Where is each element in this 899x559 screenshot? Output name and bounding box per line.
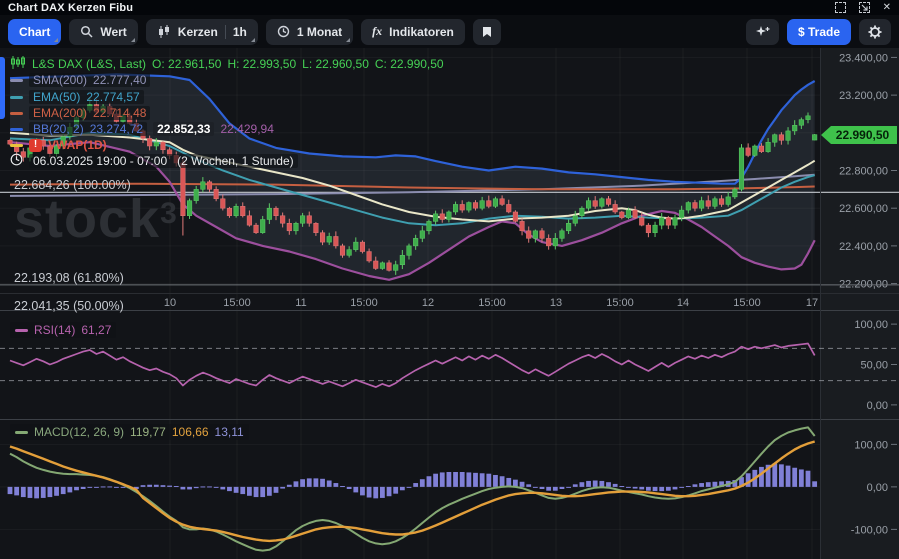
warning-icon: ! [29,138,42,152]
title-bar: Chart DAX Kerzen Fibu ✕ [0,0,899,15]
macd-axis-label: 0,00 [867,482,888,494]
trade-button[interactable]: $ Trade [786,18,851,45]
last-price-badge: 22.990,50 [821,126,897,144]
legend-sma200-row[interactable]: SMA(200) 22.777,40 [10,73,151,87]
wert-button[interactable]: Wert [69,18,138,45]
period-button[interactable]: 1 Monat [265,18,354,45]
bookmark-icon [482,26,492,38]
ema200-color-dash [10,111,23,115]
price-axis-label: 22.800,00 [839,166,888,178]
magic-button[interactable] [745,18,779,45]
clock-icon [277,25,290,38]
settings-button[interactable] [859,18,891,45]
macd-legend[interactable]: MACD(12, 26, 9) 119,77 106,66 13,11 [10,424,249,440]
legend-vwap-row[interactable]: ! VWAP(1D) [10,138,107,152]
ohlc-low: L: 22.960,50 [302,57,369,71]
legend-symbol-row[interactable]: L&S DAX (L&S, Last) O: 22.961,50 H: 22.9… [10,56,444,72]
macd-axis-label: 100,00 [854,439,888,451]
bb-color-dash [10,127,23,131]
ohlc-open: O: 22.961,50 [152,57,222,71]
time-axis-label: 15:00 [478,297,506,309]
time-axis-label: 10 [164,297,176,309]
time-axis-label: 14 [677,297,689,309]
legend-bb-row[interactable]: BB(20, 2) 23.274,72 22.852,33 22.429,94 [10,122,274,136]
bookmark-button[interactable] [472,18,501,45]
rsi-legend[interactable]: RSI(14) 61,27 [10,322,117,338]
time-axis-label: 12 [422,297,434,309]
window-title: Chart DAX Kerzen Fibu [8,1,134,14]
fib-level-label: 22.684,26 (100.00%) [14,178,131,193]
time-axis-label: 15:00 [223,297,251,309]
sparkles-icon [755,25,770,39]
rsi-axis-label: 100,00 [854,319,888,331]
legend-ema200-row[interactable]: EMA(200) 22.714,48 [10,106,151,120]
vwap-color-dash [10,143,23,147]
ohlc-close: C: 22.990,50 [374,57,444,71]
stock3-watermark: stock3 [14,189,178,249]
time-axis-label: 15:00 [733,297,761,309]
sma200-color-dash [10,78,23,82]
bb-middle-value: 22.852,33 [153,122,215,136]
price-axis-label: 22.600,00 [839,203,888,215]
chart-window: Chart DAX Kerzen Fibu ✕ Chart Wert Kerze… [0,0,899,559]
rsi-axis-label: 50,00 [860,360,888,372]
interval-label: 1h [232,24,247,39]
macd-color-dash [15,430,28,434]
ohlc-high: H: 22.993,50 [227,57,297,71]
maximize-icon[interactable] [834,2,846,13]
search-icon [80,25,93,38]
fib-level-label: 22.193,08 (61.80%) [14,270,124,285]
macd-axis-label: -100,00 [851,524,888,536]
fx-icon: fx [372,24,383,38]
time-axis-label: 13 [550,297,562,309]
popout-icon[interactable] [858,2,870,13]
kerzen-interval-button[interactable]: Kerzen 1h [145,18,258,45]
candles-icon [10,56,26,72]
time-axis-label: 17 [806,297,818,309]
chart-button[interactable]: Chart [8,18,62,45]
time-axis-label: 15:00 [606,297,634,309]
price-axis-label: 23.400,00 [839,52,888,64]
gear-icon [868,25,882,39]
symbol-name: L&S DAX (L&S, Last) [32,57,147,71]
rsi-color-dash [15,328,28,332]
time-axis-label: 11 [295,297,306,309]
fib-level-label: 22.041,35 (50.00%) [14,299,124,314]
price-axis-label: 22.400,00 [839,241,888,253]
candlestick-icon [157,24,171,39]
ema50-color-dash [10,95,23,99]
price-axis-label: 23.200,00 [839,90,888,102]
clock-icon [10,153,23,169]
main-toolbar: Chart Wert Kerzen 1h 1 Monat fx Indikato… [0,15,899,48]
legend-timerange-row[interactable]: 06.03.2025 19:00 - 07:00 (2 Wochen, 1 St… [10,153,298,169]
indicators-button[interactable]: fx Indikatoren [361,18,465,45]
time-axis-label: 15:00 [350,297,378,309]
close-icon[interactable]: ✕ [883,2,891,13]
rsi-axis-label: 0,00 [867,400,888,412]
drawing-toolbar-accent[interactable] [0,57,5,119]
button-divider [224,24,226,39]
legend-ema50-row[interactable]: EMA(50) 22.774,57 [10,90,144,104]
